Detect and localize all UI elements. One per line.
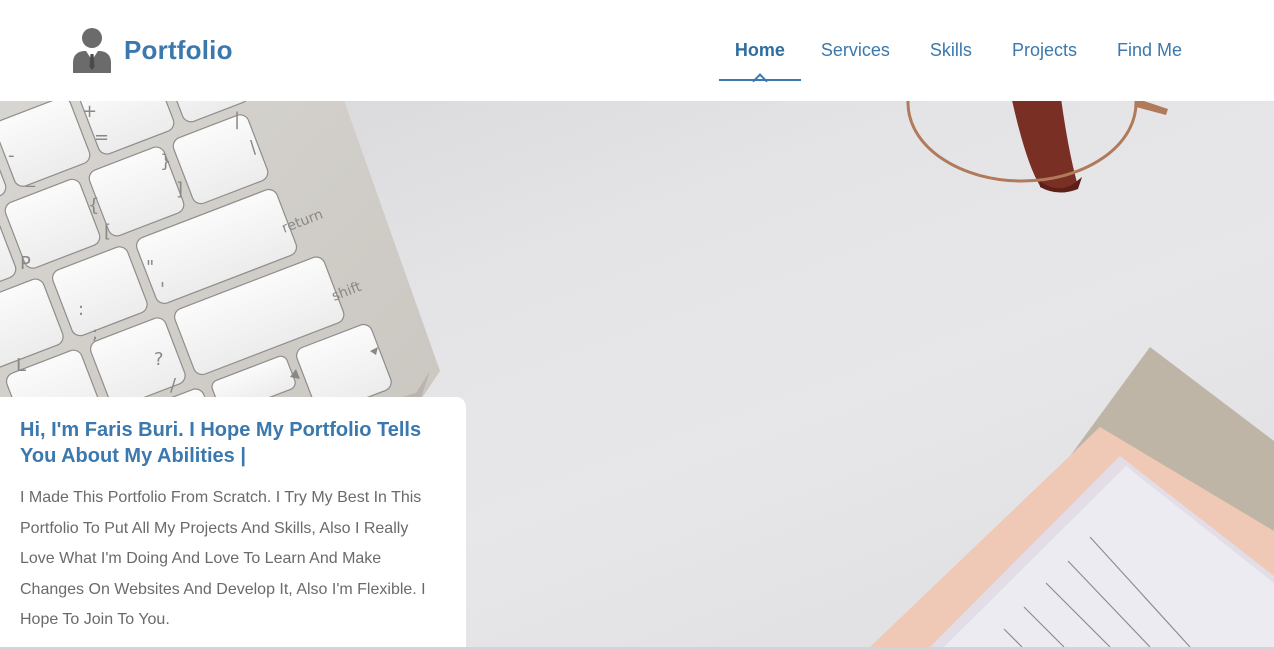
nav-find-me[interactable]: Find Me (1097, 0, 1202, 101)
key-underscore-label: _ (25, 167, 36, 188)
key-pipe-label: | (234, 109, 240, 130)
notebook-stack (870, 347, 1274, 647)
key-close-brace-label: } (160, 151, 171, 172)
logo-text: Portfolio (124, 34, 233, 65)
person-avatar-icon (73, 28, 111, 73)
key-p-label: P (20, 253, 31, 274)
intro-text: I Made This Portfolio From Scratch. I Tr… (20, 489, 426, 628)
key-quote-label: " (146, 257, 154, 278)
key-question-label: ? (154, 349, 164, 370)
nav-projects[interactable]: Projects (992, 0, 1097, 101)
key-plus-label: + (82, 101, 97, 122)
key-open-brace-label: { (88, 195, 99, 216)
nav-home[interactable]: Home (718, 0, 801, 101)
key-backslash-label: \ (250, 137, 257, 158)
key-semicolon-label: ; (92, 323, 98, 344)
key-apostrophe-label: ' (160, 279, 165, 300)
glasses (906, 101, 1168, 193)
site-header: Portfolio Home Services Skills Projects … (0, 0, 1274, 101)
nav-services[interactable]: Services (801, 0, 910, 101)
key-close-bracket-label: ] (176, 179, 183, 200)
key-minus-label: - (8, 145, 15, 166)
key-colon-label: : (78, 299, 84, 320)
key-equals-label: = (94, 127, 109, 148)
intro-title: Hi, I'm Faris Buri. I Hope My Portfolio … (20, 419, 422, 467)
key-open-bracket-label: [ (104, 221, 111, 242)
key-slash-label: / (170, 375, 177, 396)
intro-card: Hi, I'm Faris Buri. I Hope My Portfolio … (0, 397, 466, 647)
key-l-label: L (16, 355, 26, 376)
main-nav: Home Services Skills Projects Find Me (718, 0, 1202, 101)
nav-skills[interactable]: Skills (910, 0, 992, 101)
logo-link[interactable]: Portfolio (72, 27, 233, 73)
